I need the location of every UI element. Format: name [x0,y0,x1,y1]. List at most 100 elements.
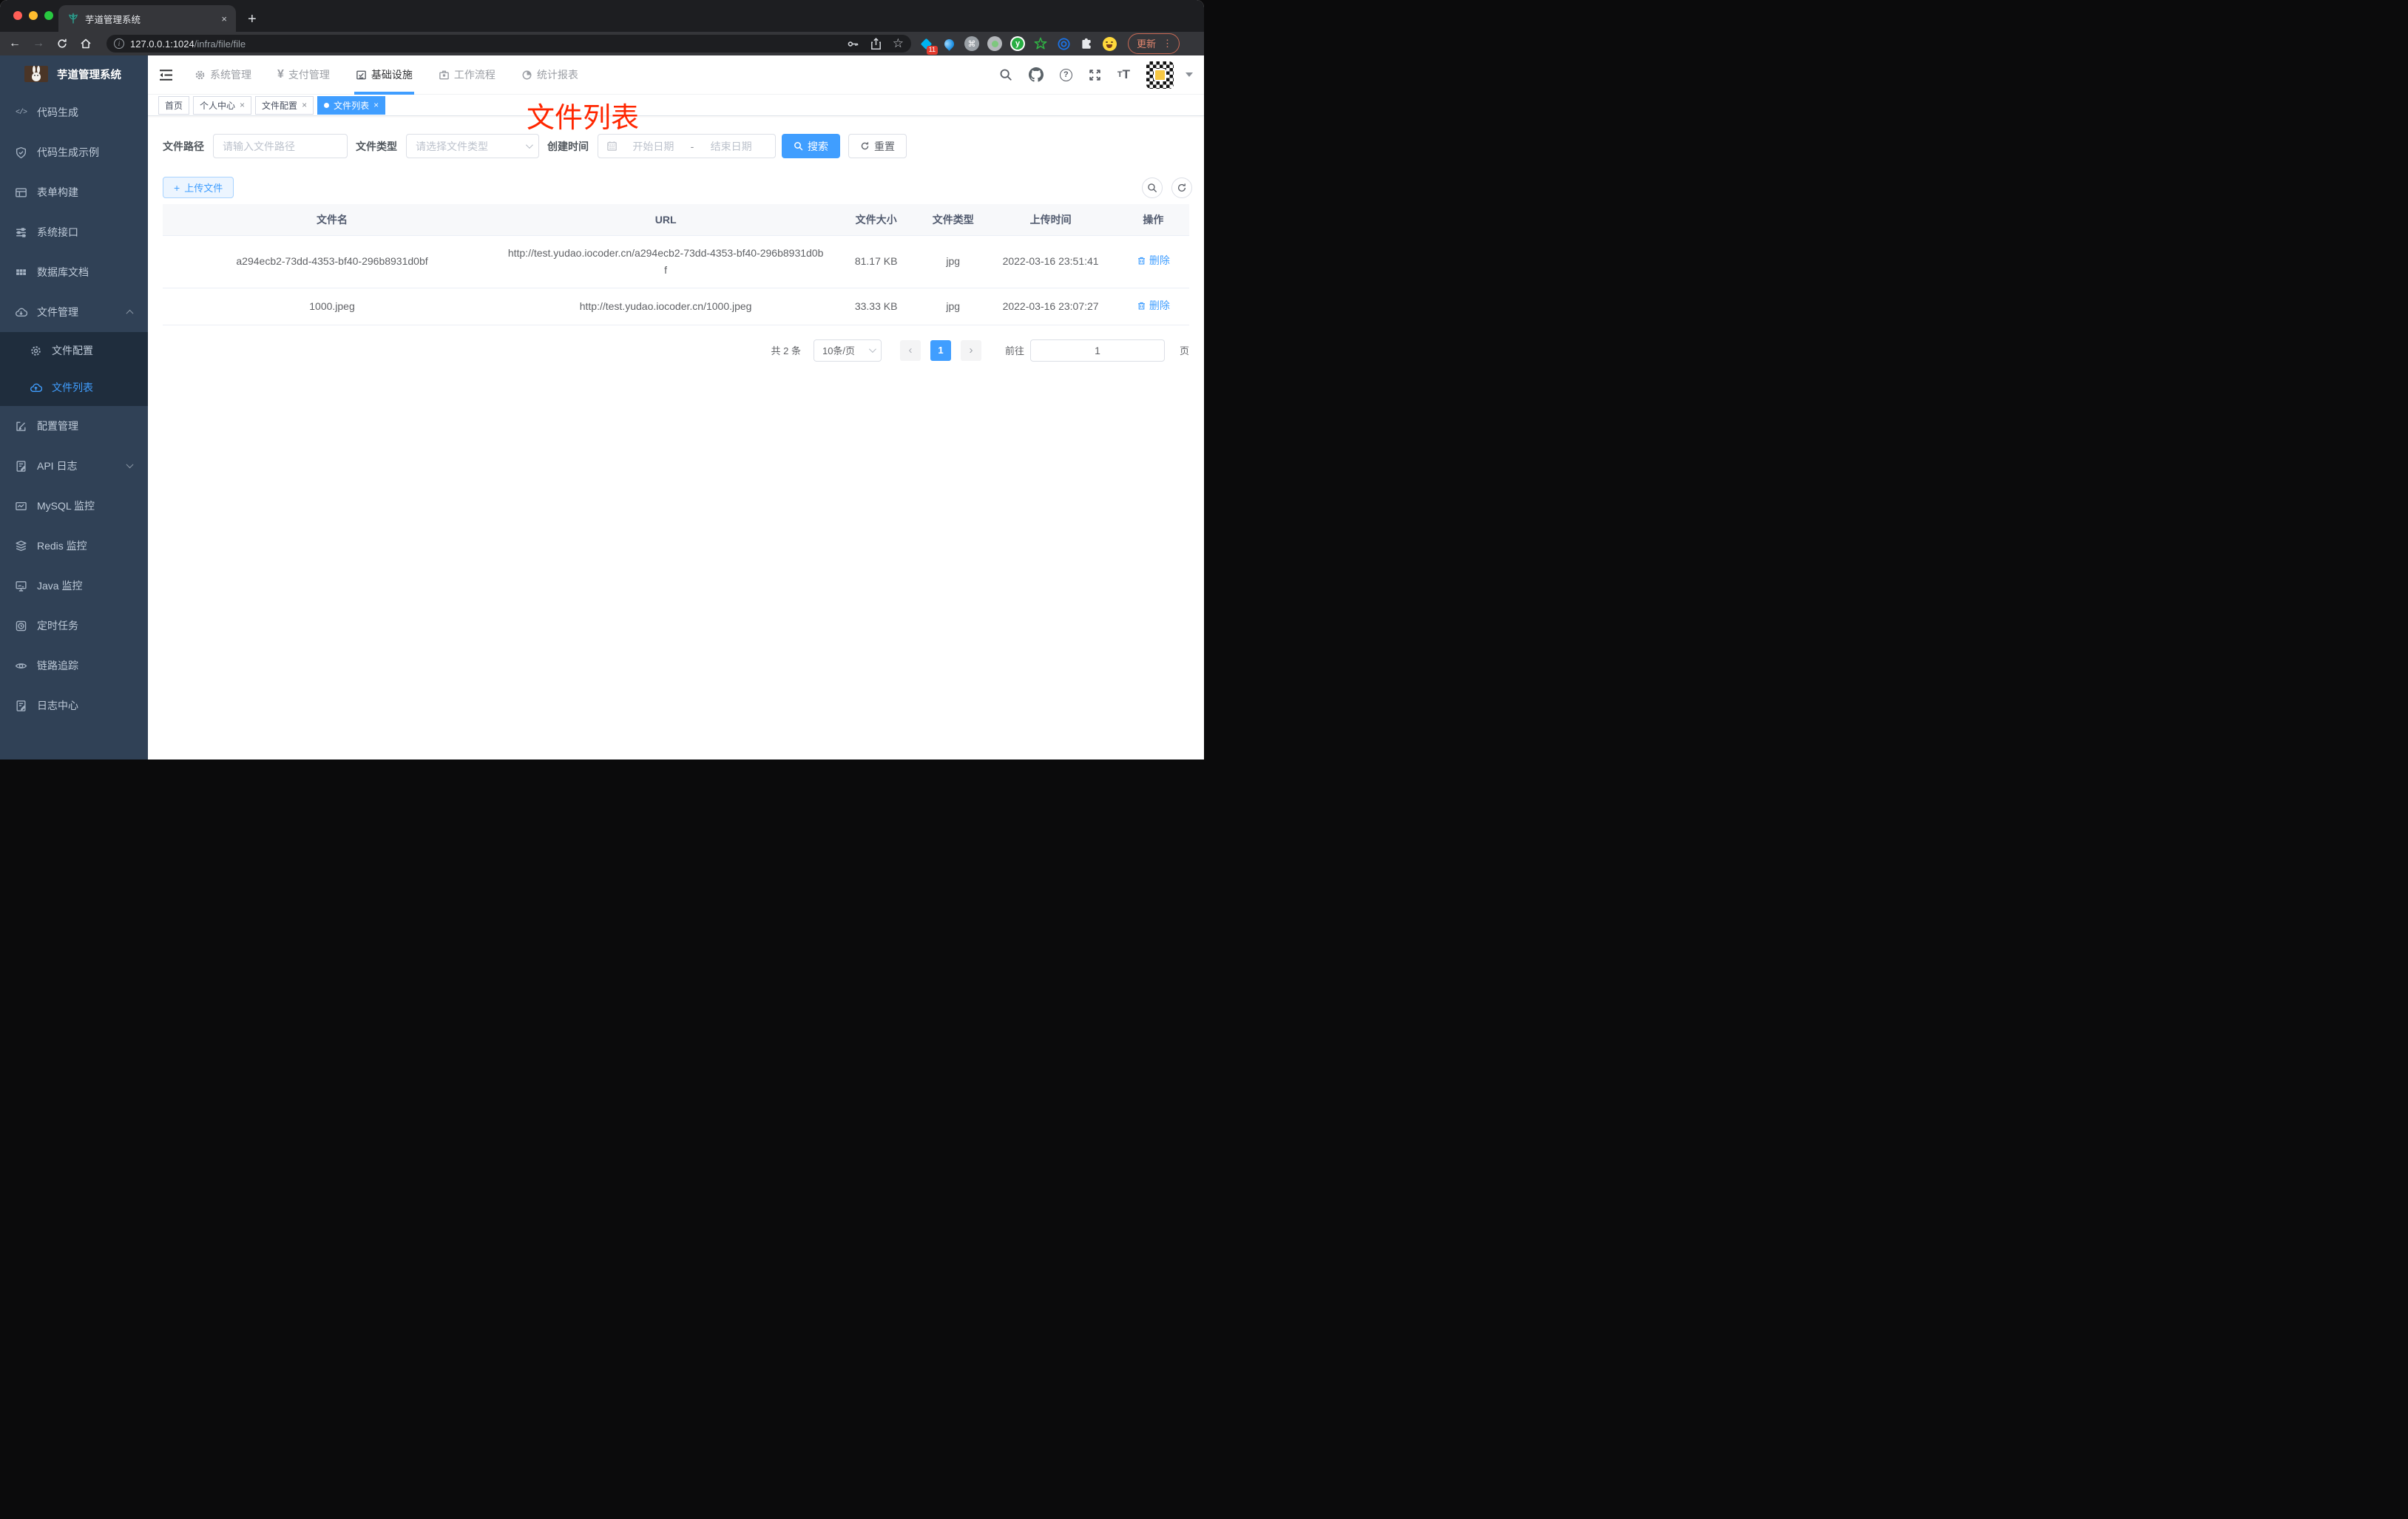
date-range-picker[interactable]: 开始日期 - 结束日期 [598,134,776,158]
sidebar-logo[interactable]: 芋道管理系统 [0,55,148,92]
sidebar-item-config-manage[interactable]: 配置管理 [0,406,148,446]
search-icon[interactable] [999,68,1012,81]
tab-workflow[interactable]: 工作流程 [437,55,497,95]
tag-file-list[interactable]: 文件列表 × [317,95,386,115]
text-size-icon[interactable]: TT [1117,67,1130,82]
github-icon[interactable] [1028,67,1044,82]
chevron-down-icon [868,345,876,353]
password-key-icon[interactable] [847,38,859,50]
sidebar-item-redis-monitor[interactable]: Redis 监控 [0,526,148,566]
site-info-icon[interactable]: i [114,38,124,49]
reload-icon[interactable] [56,38,68,50]
sidebar-item-code-gen[interactable]: </> 代码生成 [0,92,148,132]
tab-close-icon[interactable]: × [221,13,227,24]
sidebar-item-file-list[interactable]: 文件列表 [0,369,148,406]
tab-system-manage[interactable]: 系统管理 [193,55,253,95]
profile-avatar-emoji[interactable] [1102,36,1117,51]
close-icon[interactable]: × [373,101,379,109]
tab-infrastructure[interactable]: 基础设施 [354,55,414,95]
calendar-icon [606,141,618,152]
sidebar-item-cron-job[interactable]: 定时任务 [0,606,148,646]
page-size-select[interactable]: 10条/页 [813,339,882,362]
url-path: /infra/file/file [194,38,246,50]
sidebar-item-file-manage[interactable]: 文件管理 [0,292,148,332]
sidebar-item-file-config[interactable]: 文件配置 [0,332,148,369]
delete-button[interactable]: 删除 [1137,297,1170,314]
avatar[interactable] [1146,61,1174,89]
zoom-window-button[interactable] [44,11,53,20]
file-path-input[interactable] [213,134,348,158]
favicon [67,13,79,24]
upload-file-button[interactable]: + 上传文件 [163,177,234,198]
close-window-button[interactable] [13,11,22,20]
close-icon[interactable]: × [302,101,307,109]
reset-button[interactable]: 重置 [848,134,907,158]
col-file-type: 文件类型 [922,204,984,236]
sidebar-item-code-gen-demo[interactable]: 代码生成示例 [0,132,148,172]
extension-diamond-icon[interactable]: 11 [919,36,938,55]
infra-check-icon [356,70,367,81]
current-page[interactable]: 1 [930,339,951,361]
tags-view: 首页 个人中心 × 文件配置 × 文件列表 × [148,95,1204,116]
end-date-placeholder[interactable]: 结束日期 [695,139,767,154]
sidebar-item-system-api[interactable]: 系统接口 [0,212,148,252]
bookmark-star-icon[interactable]: ☆ [893,36,904,51]
chrome-update-button[interactable]: 更新 ⋮ [1128,33,1180,54]
gear-icon [195,70,206,81]
cell-file-name: 1000.jpeg [163,288,502,325]
tag-profile[interactable]: 个人中心 × [193,95,252,115]
file-type-select[interactable]: 请选择文件类型 [406,134,539,158]
minimize-window-button[interactable] [29,11,38,20]
new-tab-button[interactable]: + [248,12,257,27]
goto-page-input[interactable] [1029,339,1165,362]
browser-window: 芋道管理系统 × + ← → i 127.0.0.1:1024/infra/fi… [0,0,1204,760]
url-bar[interactable]: i 127.0.0.1:1024/infra/file/file ☆ [106,35,911,53]
database-grid-icon [15,266,27,279]
tag-file-config[interactable]: 文件配置 × [255,95,314,115]
help-icon[interactable]: ? [1059,68,1072,81]
window-controls [13,11,53,20]
sidebar: 芋道管理系统 </> 代码生成 代码生成示例 表单构建 系统接口 数据库文档 文… [0,55,148,760]
sidebar-item-form-builder[interactable]: 表单构建 [0,172,148,212]
file-table: 文件名 URL 文件大小 文件类型 上传时间 操作 a294ecb2-73dd-… [163,204,1189,325]
java-monitor-icon [15,580,27,592]
file-type-label: 文件类型 [356,140,397,152]
browser-tab[interactable]: 芋道管理系统 × [58,5,236,32]
col-url: URL [501,204,831,236]
back-icon[interactable]: ← [9,38,21,50]
next-page-button[interactable]: › [960,339,981,361]
sidebar-item-api-log[interactable]: API 日志 [0,446,148,486]
tab-report[interactable]: 统计报表 [520,55,580,95]
close-icon[interactable]: × [240,101,245,109]
sidebar-item-log-center[interactable]: 日志中心 [0,686,148,725]
avatar-caret-icon[interactable] [1186,72,1193,77]
cloud-download-icon [15,306,27,319]
extensions-puzzle-icon[interactable] [1079,36,1094,51]
sidebar-item-java-monitor[interactable]: Java 监控 [0,566,148,606]
sidebar-item-mysql-monitor[interactable]: MySQL 监控 [0,486,148,526]
extensions-row: 11 ⌘ y 更新 ⋮ [919,33,1180,55]
extension-star-icon[interactable] [1033,36,1048,51]
url-text[interactable]: 127.0.0.1:1024/infra/file/file [130,38,847,50]
sidebar-item-trace[interactable]: 链路追踪 [0,646,148,686]
delete-button[interactable]: 删除 [1137,252,1170,269]
show-search-button[interactable] [1142,177,1163,198]
extension-record-icon[interactable] [987,36,1002,51]
extension-command-icon[interactable]: ⌘ [964,36,979,51]
chrome-menu-icon[interactable]: ⋮ [1163,38,1172,50]
tab-pay-manage[interactable]: ¥ 支付管理 [276,55,331,95]
tag-home[interactable]: 首页 [158,95,190,115]
sidebar-item-db-doc[interactable]: 数据库文档 [0,252,148,292]
extension-y-icon[interactable]: y [1010,36,1025,51]
refresh-button[interactable] [1171,177,1192,198]
cell-upload-time: 2022-03-16 23:51:41 [984,235,1117,288]
extension-lens-icon[interactable] [1056,36,1071,51]
fullscreen-icon[interactable] [1089,69,1101,81]
share-icon[interactable] [870,37,882,50]
extension-kite-icon[interactable] [941,36,956,51]
start-date-placeholder[interactable]: 开始日期 [618,139,689,154]
sidebar-toggle-icon[interactable] [159,69,173,81]
search-button[interactable]: 搜索 [782,134,840,158]
chrome-update-label: 更新 [1137,38,1157,50]
home-icon[interactable] [80,38,92,50]
